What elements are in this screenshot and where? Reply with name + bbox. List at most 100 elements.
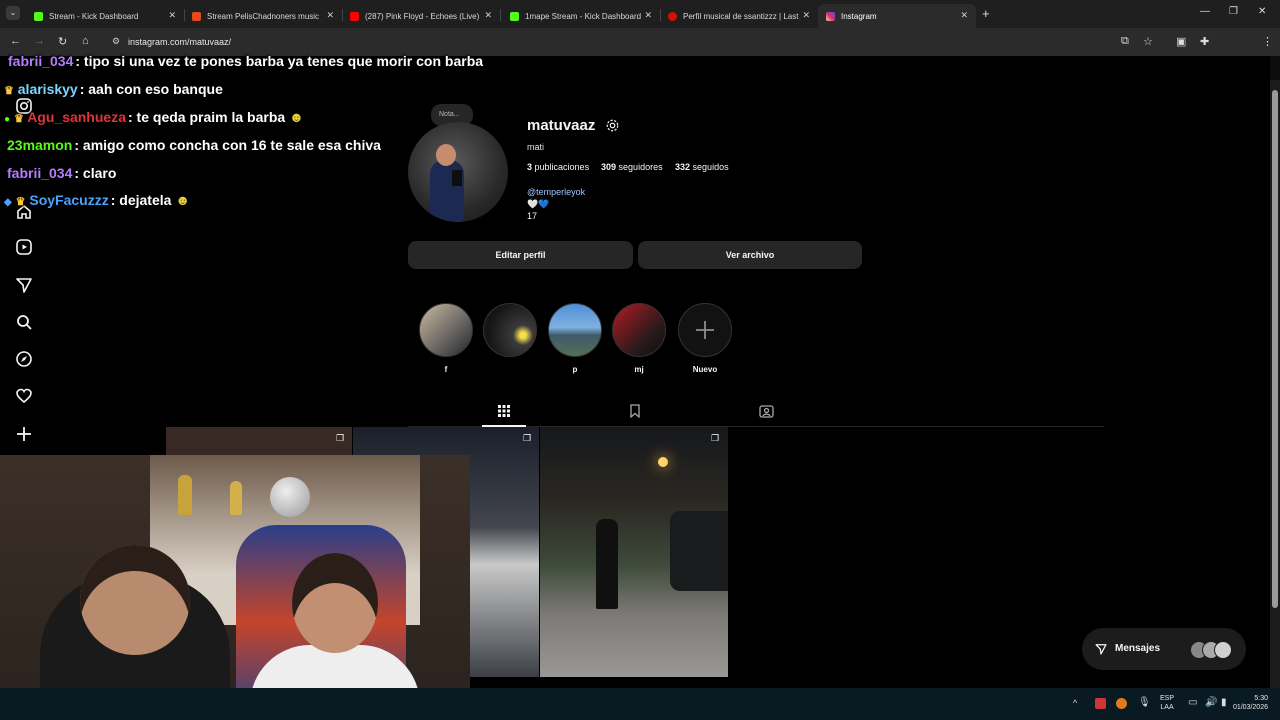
highlight-2[interactable] [483, 303, 537, 357]
messages-label: Mensajes [1115, 643, 1161, 654]
bio-number: 17 [527, 211, 538, 221]
tray-chevron-icon[interactable]: ^ [1073, 698, 1077, 708]
clock-date: 01/03/2026 [1232, 704, 1268, 711]
tab-title: Stream PelisChadnoners music [207, 11, 320, 21]
minimize-icon[interactable]: — [1200, 6, 1210, 17]
photo-streetlight [658, 457, 668, 467]
settings-gear-icon[interactable] [605, 118, 620, 133]
grid-posts-icon[interactable] [497, 404, 511, 418]
restore-icon[interactable]: ❐ [1229, 6, 1238, 17]
bio-hearts: 🤍💙 [527, 199, 550, 209]
verified-badge-icon: ● [4, 114, 11, 125]
close-icon[interactable]: ✕ [802, 10, 810, 21]
chat-message: fabrii_034: tipo si una vez te pones bar… [8, 53, 483, 69]
tab-youtube-pink-floyd[interactable]: (287) Pink Floyd - Echoes (Live) ✕ [342, 4, 500, 28]
volume-icon[interactable]: 🔊 [1205, 697, 1217, 708]
window-close-icon[interactable]: ✕ [1258, 6, 1266, 17]
close-icon[interactable]: ✕ [644, 10, 652, 21]
close-icon[interactable]: ✕ [168, 10, 176, 21]
crown-badge-icon: ♛ [13, 113, 24, 125]
chat-text: : claro [74, 165, 117, 181]
highlight-label: mj [634, 365, 644, 374]
clock[interactable]: 5:30 01/03/2026 [1232, 694, 1268, 712]
edit-profile-button[interactable]: Editar perfil [408, 241, 633, 269]
gem-badge-icon: ◆ [4, 197, 12, 208]
close-icon[interactable]: ✕ [326, 10, 334, 21]
kick-favicon-icon [34, 11, 43, 21]
tab-stream-pelis[interactable]: Stream PelisChadnoners music ✕ [184, 4, 342, 28]
chat-message: ◆ ♛ SoyFacuzzz: dejatela ☻ [4, 192, 190, 208]
emote-icon: ☻ [289, 109, 304, 125]
extension-icon[interactable]: ▣ [1176, 35, 1186, 48]
tab-title: 1mape Stream - Kick Dashboard [525, 11, 642, 21]
tagged-user-icon[interactable] [759, 404, 774, 418]
bio-link[interactable]: @temperleyok [527, 187, 585, 197]
profile-avatar-photo[interactable] [408, 122, 508, 222]
create-plus-icon[interactable] [14, 424, 34, 444]
webcam-ball [270, 477, 310, 517]
clock-time: 5:30 [1254, 695, 1268, 702]
posts-count[interactable]: 3 publicaciones [527, 162, 589, 172]
search-icon[interactable] [14, 312, 34, 332]
tray-app-icon[interactable] [1095, 698, 1106, 709]
windows-taskbar: ^ 🎙 ESP LAA ▭ 🔊 ▮ 5:30 01/03/2026 [0, 688, 1280, 720]
url-text: instagram.com/matuvaaz/ [128, 37, 232, 47]
home-icon[interactable]: ⌂ [82, 35, 89, 47]
tab-title: Instagram [841, 11, 877, 21]
following-label: seguidos [692, 162, 729, 172]
highlight-label: Nuevo [692, 365, 718, 374]
tab-lastfm[interactable]: Perfil musical de ssantizzz | Last ✕ [660, 4, 818, 28]
tab-title: Perfil musical de ssantizzz | Last [683, 11, 799, 21]
tab-title: Stream - Kick Dashboard [49, 11, 139, 21]
forward-arrow-icon[interactable]: → [34, 35, 45, 47]
notifications-heart-icon[interactable] [14, 386, 34, 406]
omnibox[interactable]: ⚙ instagram.com/matuvaaz/ [104, 32, 1164, 52]
crown-badge-icon: ♛ [4, 85, 14, 97]
lastfm-favicon-icon [668, 11, 677, 21]
saved-bookmark-icon[interactable] [628, 404, 642, 418]
battery-icon[interactable]: ▮ [1221, 697, 1227, 708]
webcam-person-right-head [292, 553, 378, 653]
posts-label: publicaciones [534, 162, 590, 172]
close-icon[interactable]: ✕ [960, 10, 968, 21]
highlight-f[interactable] [419, 303, 473, 357]
paper-plane-icon [1095, 644, 1107, 655]
browser-tab-strip: ⌄ Stream - Kick Dashboard ✕ Stream Pelis… [0, 0, 1280, 28]
scrollbar-thumb[interactable] [1272, 90, 1278, 608]
followers-count[interactable]: 309 seguidores [601, 162, 663, 172]
tab-instagram[interactable]: Instagram ✕ [818, 4, 976, 28]
microphone-icon[interactable]: 🎙 [1138, 697, 1151, 708]
profile-full-name: mati [527, 142, 545, 152]
new-tab-plus-icon[interactable]: + [982, 6, 990, 21]
page-scrollbar[interactable] [1270, 80, 1280, 688]
language-indicator[interactable]: ESP LAA [1160, 694, 1174, 712]
explore-compass-icon[interactable] [14, 349, 34, 369]
reels-icon[interactable] [14, 237, 34, 257]
tab-kick-dashboard[interactable]: Stream - Kick Dashboard ✕ [26, 4, 184, 28]
highlight-p[interactable] [548, 303, 602, 357]
webcam-trophy [178, 475, 192, 515]
tab-search-button[interactable]: ⌄ [6, 6, 20, 20]
network-icon[interactable]: ▭ [1188, 697, 1197, 708]
close-icon[interactable]: ✕ [484, 10, 492, 21]
post-thumbnail[interactable] [540, 427, 728, 677]
photo-car [670, 511, 728, 591]
highlight-mj[interactable] [612, 303, 666, 357]
bookmark-star-icon[interactable]: ☆ [1143, 35, 1153, 48]
install-app-icon[interactable]: ⧉ [1121, 35, 1129, 48]
direct-messages-icon[interactable] [14, 275, 34, 295]
browser-menu-icon[interactable]: ⋮ [1262, 35, 1273, 48]
address-bar-row: ← → ↻ ⌂ ⚙ instagram.com/matuvaaz/ ⧉ ☆ ▣ … [0, 28, 1280, 76]
following-count[interactable]: 332 seguidos [675, 162, 729, 172]
messages-button[interactable]: Mensajes [1082, 628, 1246, 670]
tab-kick-dashboard-2[interactable]: 1mape Stream - Kick Dashboard ✕ [502, 4, 660, 28]
chat-username: fabrii_034 [8, 53, 74, 69]
tray-app-icon[interactable] [1116, 698, 1127, 709]
site-info-icon[interactable]: ⚙ [112, 36, 120, 47]
extensions-puzzle-icon[interactable]: ✚ [1200, 35, 1209, 48]
view-archive-button[interactable]: Ver archivo [638, 241, 862, 269]
chat-username: fabrii_034 [7, 165, 73, 181]
back-arrow-icon[interactable]: ← [10, 35, 21, 47]
reload-icon[interactable]: ↻ [58, 35, 67, 48]
new-highlight-button[interactable] [678, 303, 732, 357]
